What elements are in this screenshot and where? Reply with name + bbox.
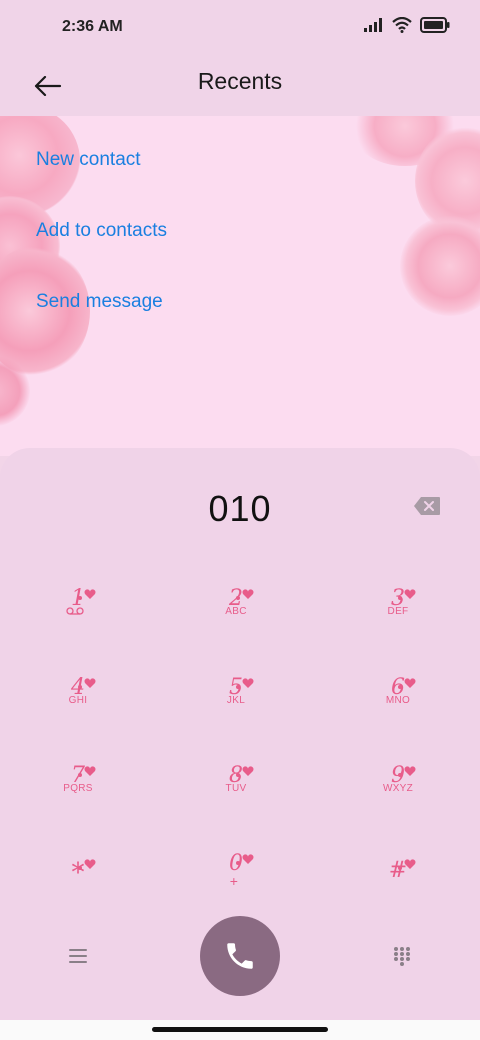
app-header: Recents [0,56,480,116]
key-letters: TUV [225,783,247,794]
send-message-action[interactable]: Send message [36,291,163,313]
heart-icon [84,589,96,599]
heart-icon [404,678,416,688]
delete-button[interactable] [413,496,441,516]
key-letters: WXYZ [382,783,414,794]
key-0[interactable]: 0 + [180,851,300,921]
heart-icon [404,766,416,776]
menu-icon [69,949,87,963]
heart-dot-icon [236,773,240,777]
wifi-icon [392,17,412,33]
heart-dot-icon [398,773,402,777]
page-title: Recents [197,68,283,94]
key-letters: JKL [226,695,246,706]
phone-icon [227,943,253,969]
status-time: 2:36 AM [62,18,123,35]
new-contact-action[interactable]: New contact [36,149,141,171]
key-5[interactable]: 5 JKL [180,675,300,745]
key-8[interactable]: 8 TUV [180,763,300,833]
keypad-icon [394,947,410,966]
key-2[interactable]: 2 ABC [180,586,300,656]
heart-dot-icon [78,773,82,777]
heart-icon [404,859,416,869]
key-9[interactable]: 9 WXYZ [342,763,462,833]
heart-icon [84,678,96,688]
key-7[interactable]: 7 PQRS [22,763,142,833]
keypad-toggle-button[interactable] [384,940,420,972]
key-letters: PQRS [63,783,93,794]
heart-dot-icon [236,685,240,689]
heart-dot-icon [78,685,82,689]
heart-dot-icon [398,866,402,870]
heart-dot-icon [398,685,402,689]
key-3[interactable]: 3 DEF [342,586,462,656]
heart-icon [404,589,416,599]
heart-dot-icon [236,596,240,600]
key-letters: DEF [387,606,409,617]
key-letters: GHI [68,695,88,706]
add-to-contacts-action[interactable]: Add to contacts [36,220,167,242]
menu-button[interactable] [60,940,96,972]
key-6[interactable]: 6 MNO [342,675,462,745]
heart-icon [242,854,254,864]
heart-dot-icon [78,866,82,870]
heart-dot-icon [398,596,402,600]
signal-icon [364,18,382,32]
key-4[interactable]: 4 GHI [22,675,142,745]
heart-icon [242,766,254,776]
key-1[interactable]: 1 [22,586,142,656]
heart-dot-icon [78,596,82,600]
key-letters: MNO [385,695,411,706]
heart-icon [84,859,96,869]
voicemail-icon [66,607,84,615]
heart-icon [242,678,254,688]
battery-icon [420,17,450,33]
heart-icon [84,766,96,776]
heart-dot-icon [236,861,240,865]
call-button[interactable] [200,916,280,996]
recents-actions-area: New contact Add to contacts Send message [0,116,480,456]
dialed-number: 010 [208,488,272,529]
key-letters: ABC [225,606,247,617]
key-hash[interactable]: # [342,856,462,926]
status-icons [364,17,450,33]
heart-icon [242,589,254,599]
home-indicator[interactable] [152,1027,328,1032]
key-star[interactable]: * [22,856,142,926]
key-letters: + [229,873,239,889]
backspace-icon [414,497,440,515]
status-bar: 2:36 AM [0,0,480,56]
